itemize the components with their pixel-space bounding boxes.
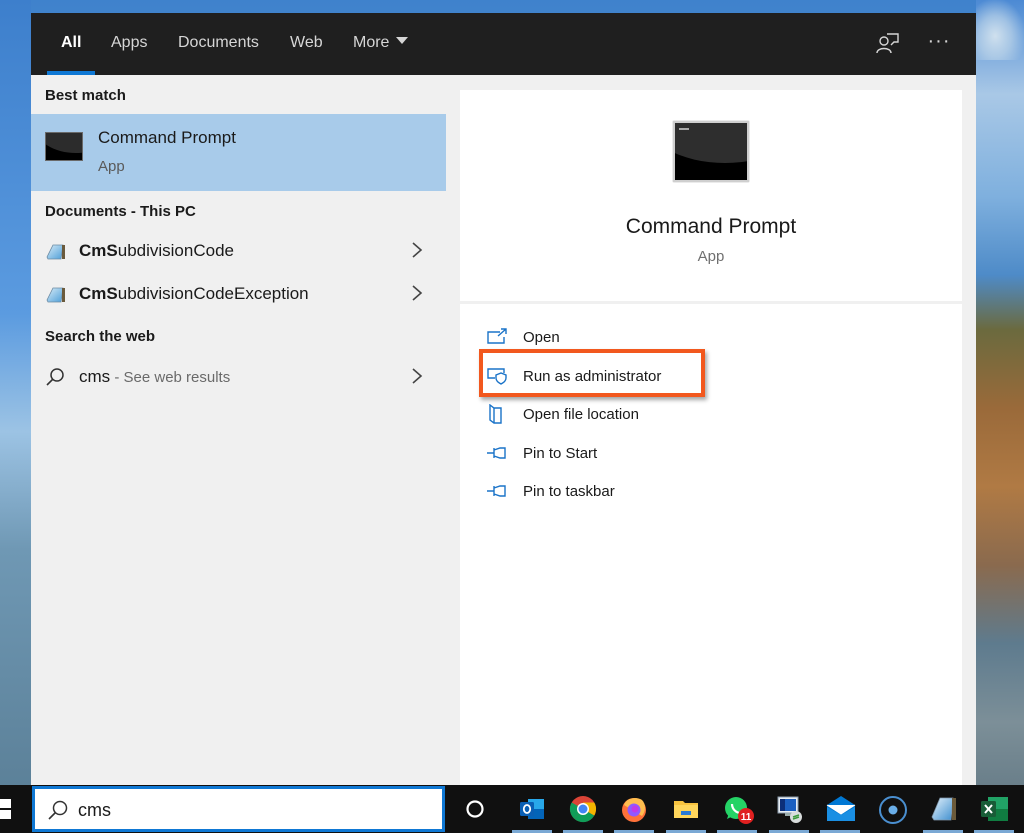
- tab-documents[interactable]: Documents: [178, 13, 259, 75]
- notepad-document-icon: [46, 244, 65, 260]
- windows-start-icon[interactable]: [0, 799, 12, 819]
- file-location-icon: [489, 404, 502, 424]
- wallpaper-cloud: [976, 0, 1024, 60]
- tab-web[interactable]: Web: [290, 13, 323, 75]
- tab-more-label: More: [353, 34, 390, 51]
- taskbar-app-remote-desktop[interactable]: [769, 791, 809, 833]
- search-filter-bar: All Apps Documents Web More ···: [31, 13, 976, 75]
- feedback-icon: [876, 33, 899, 54]
- command-prompt-icon: [673, 121, 749, 182]
- tab-documents-label: Documents: [178, 34, 259, 51]
- tab-web-label: Web: [290, 34, 323, 51]
- action-pin-to-start[interactable]: Pin to Start: [484, 441, 724, 471]
- taskbar: 11: [0, 785, 1024, 833]
- action-open[interactable]: Open: [484, 325, 724, 355]
- taskbar-app-chrome[interactable]: [563, 791, 603, 833]
- search-icon: [48, 800, 68, 820]
- notepad-document-icon: [46, 287, 65, 303]
- documents-header: Documents - This PC: [45, 203, 196, 220]
- tab-all[interactable]: All: [46, 13, 97, 75]
- cortana-icon: [879, 796, 907, 824]
- document-result-item[interactable]: CmSubdivisionCode: [31, 231, 446, 273]
- taskbar-app-excel[interactable]: [974, 791, 1014, 833]
- best-match-subtitle: App: [98, 158, 125, 175]
- action-pin-to-taskbar[interactable]: Pin to taskbar: [484, 479, 724, 509]
- more-options-icon: ···: [927, 30, 951, 52]
- web-result-label: cms - See web results: [79, 367, 230, 387]
- action-open-file-location-label: Open file location: [523, 406, 639, 423]
- search-icon: [46, 368, 64, 386]
- document-result-label: CmSubdivisionCode: [79, 241, 234, 261]
- action-pin-to-start-label: Pin to Start: [523, 445, 598, 462]
- excel-icon: [981, 797, 1008, 821]
- match-highlight: CmS: [79, 284, 118, 303]
- taskbar-app-firefox[interactable]: [614, 791, 654, 833]
- command-prompt-icon: [45, 132, 83, 161]
- web-suffix: - See web results: [110, 369, 231, 386]
- firefox-icon: [622, 797, 646, 822]
- tab-all-label: All: [61, 34, 82, 51]
- web-result-item[interactable]: cms - See web results: [31, 357, 446, 399]
- action-run-as-administrator-label: Run as administrator: [523, 368, 662, 385]
- pin-icon: [487, 485, 506, 497]
- taskbar-search-box[interactable]: [32, 786, 445, 832]
- best-match-command-prompt[interactable]: Command Prompt App: [31, 114, 446, 191]
- search-web-header: Search the web: [45, 328, 156, 345]
- action-run-as-administrator[interactable]: Run as administrator: [484, 364, 724, 394]
- tab-apps[interactable]: Apps: [111, 13, 147, 75]
- taskbar-app-whatsapp[interactable]: 11: [717, 791, 757, 833]
- badge-count: 11: [741, 812, 752, 823]
- web-query: cms: [79, 367, 111, 386]
- pin-icon: [487, 447, 506, 459]
- taskbar-app-file-explorer[interactable]: [666, 791, 706, 833]
- more-options-button[interactable]: ···: [926, 31, 952, 57]
- match-highlight: CmS: [79, 241, 118, 260]
- admin-shield-icon: [487, 368, 507, 385]
- best-match-title: Command Prompt: [98, 128, 236, 147]
- notepad-icon: [931, 797, 956, 821]
- document-name-rest: ubdivisionCode: [117, 241, 234, 260]
- whatsapp-icon: 11: [725, 797, 754, 824]
- outlook-icon: [520, 799, 544, 819]
- taskbar-app-mail[interactable]: [820, 791, 860, 833]
- preview-title: Command Prompt: [625, 215, 797, 238]
- taskbar-app-cortana[interactable]: [872, 791, 912, 827]
- document-result-label: CmSubdivisionCodeException: [79, 284, 309, 304]
- taskbar-search-input[interactable]: [78, 797, 418, 823]
- preview-subtitle: App: [697, 248, 725, 265]
- divider: [460, 301, 962, 304]
- action-open-label: Open: [523, 329, 560, 346]
- feedback-button[interactable]: [875, 31, 901, 57]
- desktop-wallpaper-left: [0, 0, 31, 785]
- chevron-down-icon: [396, 37, 409, 45]
- start-search-panel: All Apps Documents Web More ··· Best mat…: [31, 13, 976, 785]
- chevron-right-icon[interactable]: [410, 367, 424, 385]
- search-results-list: Best match Command Prompt App Documents …: [31, 75, 446, 785]
- open-icon: [487, 328, 507, 344]
- best-match-header: Best match: [45, 87, 126, 104]
- tab-apps-label: Apps: [111, 34, 148, 51]
- desktop-wallpaper-right: [976, 0, 1024, 785]
- chevron-right-icon[interactable]: [410, 241, 424, 259]
- tab-more[interactable]: More: [353, 13, 409, 75]
- chevron-right-icon[interactable]: [410, 284, 424, 302]
- task-view-icon: [466, 800, 484, 818]
- document-result-item[interactable]: CmSubdivisionCodeException: [31, 274, 446, 316]
- mail-icon: [826, 796, 856, 821]
- taskbar-app-outlook[interactable]: [512, 791, 552, 833]
- taskbar-app-notepad[interactable]: [923, 791, 963, 833]
- task-view-button[interactable]: [455, 791, 495, 827]
- remote-desktop-icon: [777, 796, 802, 823]
- preview-header: Command Prompt App: [460, 90, 962, 301]
- action-open-file-location[interactable]: Open file location: [484, 402, 724, 432]
- preview-pane: Command Prompt App Open Run as administr…: [460, 90, 962, 785]
- action-pin-to-taskbar-label: Pin to taskbar: [523, 483, 615, 500]
- document-name-rest: ubdivisionCodeException: [117, 284, 309, 303]
- chrome-icon: [569, 796, 597, 823]
- file-explorer-icon: [674, 801, 698, 818]
